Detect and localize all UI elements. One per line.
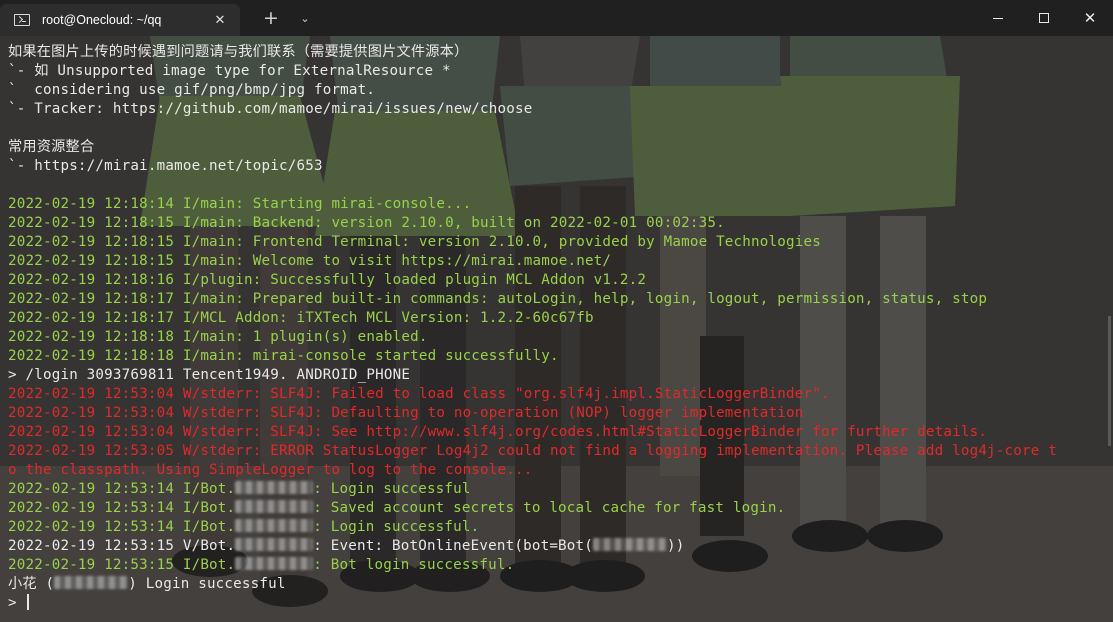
redacted-account-id — [593, 538, 668, 551]
redacted-account-id — [235, 557, 314, 570]
log-message: : Event: BotOnlineEvent(bot=Bot( — [313, 538, 594, 554]
log-prefix: 2022-02-19 12:53:14 I/Bot. — [8, 481, 236, 497]
log-prefix: 2022-02-19 12:53:15 V/Bot. — [8, 538, 236, 554]
maximize-button[interactable] — [1021, 0, 1067, 36]
maximize-icon — [1039, 13, 1049, 23]
title-bar: root@Onecloud: ~/qq ✕ + ⌄ ✕ — [0, 0, 1113, 36]
terminal-line: 2022-02-19 12:18:15 I/main: Welcome to v… — [8, 253, 612, 269]
close-window-button[interactable]: ✕ — [1067, 0, 1113, 36]
minimize-icon — [993, 17, 1003, 19]
title-drag-area[interactable] — [322, 0, 975, 36]
log-message: : Login successful. — [313, 519, 480, 535]
terminal-line: 2022-02-19 12:53:15 I/Bot. : Bot login su… — [8, 556, 1108, 575]
terminal-output: 如果在图片上传的时候遇到问题请与我们联系（需要提供图片文件源本） `- 如 Uns… — [8, 43, 1108, 613]
log-message: : Saved account secrets to local cache f… — [313, 500, 786, 516]
redacted-account-id — [235, 538, 314, 551]
terminal-line: ` considering use gif/png/bmp/jpg format… — [8, 82, 376, 98]
text-cursor — [27, 594, 29, 610]
minimize-button[interactable] — [975, 0, 1021, 36]
terminal-line: 2022-02-19 12:53:04 W/stderr: SLF4J: Fai… — [8, 386, 830, 402]
prompt-symbol: > — [8, 595, 26, 611]
log-prefix: 2022-02-19 12:53:14 I/Bot. — [8, 500, 236, 516]
log-message-tail: )) — [667, 538, 685, 554]
chevron-down-icon[interactable]: ⌄ — [288, 0, 322, 36]
terminal-line: 2022-02-19 12:18:18 I/main: mirai-consol… — [8, 348, 559, 364]
tab-title: root@Onecloud: ~/qq — [42, 13, 162, 27]
terminal-line: 2022-02-19 12:53:04 W/stderr: SLF4J: Def… — [8, 405, 804, 421]
terminal-line: 2022-02-19 12:53:14 I/Bot. : Saved accoun… — [8, 499, 1108, 518]
log-prefix: 2022-02-19 12:53:15 I/Bot. — [8, 557, 236, 573]
log-message: : Bot login successful. — [313, 557, 515, 573]
terminal-line: > /login 3093769811 Tencent1949. ANDROID… — [8, 367, 411, 383]
redacted-account-id — [235, 500, 314, 513]
terminal-line: 2022-02-19 12:18:17 I/MCL Addon: iTXTech… — [8, 310, 594, 326]
terminal-line: 2022-02-19 12:53:15 V/Bot. : Event: BotOn… — [8, 537, 1108, 556]
terminal-line: 2022-02-19 12:53:04 W/stderr: SLF4J: See… — [8, 424, 988, 440]
terminal-line: 2022-02-19 12:53:05 W/stderr: ERROR Stat… — [8, 443, 1057, 459]
terminal-line: 常用资源整合 — [8, 139, 95, 155]
tab-close-icon[interactable]: ✕ — [208, 8, 232, 32]
terminal-line: 2022-02-19 12:18:15 I/main: Frontend Ter… — [8, 234, 821, 250]
terminal-line: 2022-02-19 12:18:16 I/plugin: Successful… — [8, 272, 647, 288]
log-message: ) Login successful — [128, 576, 286, 592]
terminal-line: `- 如 Unsupported image type for External… — [8, 63, 451, 79]
tab-terminal[interactable]: root@Onecloud: ~/qq ✕ — [0, 4, 240, 36]
command-prompt[interactable]: > — [8, 594, 1108, 613]
terminal-line: `- Tracker: https://github.com/mamoe/mir… — [8, 101, 533, 117]
terminal-line: 2022-02-19 12:18:18 I/main: 1 plugin(s) … — [8, 329, 428, 345]
terminal-line: o the classpath. Using SimpleLogger to l… — [8, 462, 533, 478]
redacted-account-id — [235, 519, 314, 532]
terminal-line: 2022-02-19 12:18:17 I/main: Prepared bui… — [8, 291, 988, 307]
redacted-account-id — [54, 576, 129, 589]
terminal-line: 如果在图片上传的时候遇到问题请与我们联系（需要提供图片文件源本） — [8, 44, 469, 60]
new-tab-button[interactable]: + — [254, 0, 288, 36]
terminal-line: 2022-02-19 12:53:14 I/Bot. : Login succes… — [8, 518, 1108, 537]
log-prefix: 2022-02-19 12:53:14 I/Bot. — [8, 519, 236, 535]
terminal-line: 2022-02-19 12:53:14 I/Bot. : Login succes… — [8, 480, 1108, 499]
terminal-line: 2022-02-19 12:18:14 I/main: Starting mir… — [8, 196, 472, 212]
terminal-line: `- https://mirai.mamoe.net/topic/653 — [8, 158, 323, 174]
log-prefix: 小花 ( — [8, 576, 55, 592]
close-icon: ✕ — [1083, 9, 1097, 27]
log-message: : Login successful — [313, 481, 471, 497]
terminal-line: 2022-02-19 12:18:15 I/main: Backend: ver… — [8, 215, 725, 231]
terminal-icon — [14, 14, 30, 26]
redacted-account-id — [235, 481, 314, 494]
terminal-pane[interactable]: 如果在图片上传的时候遇到问题请与我们联系（需要提供图片文件源本） `- 如 Uns… — [0, 36, 1113, 622]
terminal-line: 小花 ( ) Login successful — [8, 575, 1108, 594]
